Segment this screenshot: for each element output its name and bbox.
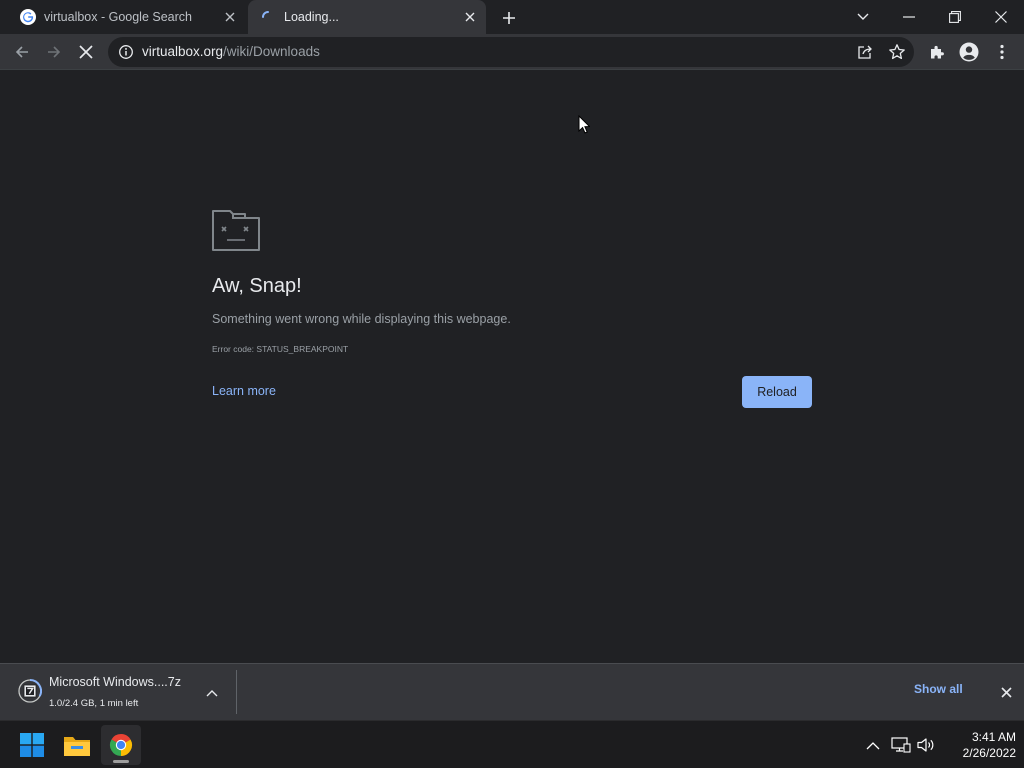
share-icon[interactable] bbox=[856, 43, 874, 61]
puzzle-icon bbox=[931, 45, 944, 59]
chevron-up-icon bbox=[866, 741, 880, 749]
url-host: virtualbox.org bbox=[142, 44, 224, 59]
error-page: Aw, Snap! Something went wrong while dis… bbox=[0, 70, 1024, 663]
extensions-button[interactable] bbox=[925, 40, 949, 64]
bookmark-star-icon[interactable] bbox=[888, 43, 906, 61]
download-shelf: Microsoft Windows....7z 1.0/2.4 GB, 1 mi… bbox=[0, 663, 1024, 720]
show-hidden-icons-button[interactable] bbox=[862, 734, 884, 756]
taskbar-clock[interactable]: 3:41 AM 2/26/2022 bbox=[936, 729, 1016, 761]
arrow-right-icon bbox=[48, 46, 61, 58]
close-icon bbox=[995, 11, 1007, 23]
stop-icon bbox=[79, 45, 93, 59]
show-all-button[interactable]: Show all bbox=[914, 682, 963, 696]
chevron-down-icon bbox=[857, 13, 869, 20]
google-icon bbox=[20, 9, 36, 25]
back-button[interactable] bbox=[10, 40, 34, 64]
tab-strip: virtualbox - Google Search Loading... bbox=[0, 0, 1024, 34]
close-tab-icon[interactable] bbox=[462, 9, 478, 25]
arrow-left-icon bbox=[15, 46, 28, 58]
reload-button[interactable]: Reload bbox=[742, 376, 812, 408]
minimize-button[interactable] bbox=[896, 4, 922, 30]
download-filename: Microsoft Windows....7z bbox=[49, 675, 181, 689]
tab-search-button[interactable] bbox=[850, 4, 876, 30]
download-item[interactable]: Microsoft Windows....7z 1.0/2.4 GB, 1 mi… bbox=[10, 670, 236, 714]
file-explorer-button[interactable] bbox=[57, 725, 97, 765]
sad-tab-icon bbox=[212, 210, 260, 251]
volume-button[interactable] bbox=[915, 734, 937, 756]
restore-button[interactable] bbox=[942, 4, 968, 30]
browser-toolbar: virtualbox.org/wiki/Downloads bbox=[0, 34, 1024, 70]
close-window-button[interactable] bbox=[988, 4, 1014, 30]
site-info-icon[interactable] bbox=[118, 44, 134, 60]
network-button[interactable] bbox=[890, 734, 912, 756]
start-button[interactable] bbox=[12, 725, 52, 765]
profile-button[interactable] bbox=[957, 40, 981, 64]
download-status: 1.0/2.4 GB, 1 min left bbox=[49, 698, 139, 709]
stop-button[interactable] bbox=[74, 40, 98, 64]
tab-google-search[interactable]: virtualbox - Google Search bbox=[8, 0, 246, 34]
learn-more-link[interactable]: Learn more bbox=[212, 384, 276, 398]
url-path: /wiki/Downloads bbox=[223, 44, 320, 59]
minimize-icon bbox=[903, 16, 915, 18]
menu-button[interactable] bbox=[990, 40, 1014, 64]
more-vertical-icon bbox=[1000, 44, 1004, 60]
chrome-taskbar-button[interactable] bbox=[101, 725, 141, 765]
error-code: Error code: STATUS_BREAKPOINT bbox=[212, 344, 349, 354]
network-icon bbox=[891, 737, 911, 753]
error-message: Something went wrong while displaying th… bbox=[212, 312, 511, 326]
address-bar[interactable]: virtualbox.org/wiki/Downloads bbox=[108, 37, 914, 67]
clock-date: 2/26/2022 bbox=[962, 746, 1016, 760]
mouse-cursor-icon bbox=[578, 115, 590, 134]
folder-icon bbox=[64, 737, 90, 756]
url-text: virtualbox.org/wiki/Downloads bbox=[142, 44, 320, 59]
download-divider bbox=[236, 670, 237, 714]
error-heading: Aw, Snap! bbox=[212, 275, 302, 297]
archive-file-icon bbox=[18, 679, 42, 703]
loading-spinner-icon bbox=[260, 9, 276, 25]
tab-title: virtualbox - Google Search bbox=[44, 10, 192, 24]
active-app-indicator bbox=[113, 760, 129, 763]
new-tab-button[interactable] bbox=[499, 8, 519, 28]
close-tab-icon[interactable] bbox=[222, 9, 238, 25]
volume-icon bbox=[917, 738, 934, 752]
restore-icon bbox=[949, 11, 961, 23]
close-shelf-icon[interactable] bbox=[997, 683, 1015, 701]
tab-title: Loading... bbox=[284, 10, 339, 24]
forward-button[interactable] bbox=[42, 40, 66, 64]
clock-time: 3:41 AM bbox=[971, 730, 1016, 744]
tab-loading[interactable]: Loading... bbox=[248, 0, 486, 34]
windows-start-icon bbox=[20, 733, 44, 757]
chevron-up-icon[interactable] bbox=[204, 685, 220, 701]
plus-icon bbox=[503, 12, 515, 24]
profile-icon bbox=[959, 42, 979, 62]
chrome-icon bbox=[109, 734, 133, 756]
taskbar: 3:41 AM 2/26/2022 bbox=[0, 720, 1024, 768]
